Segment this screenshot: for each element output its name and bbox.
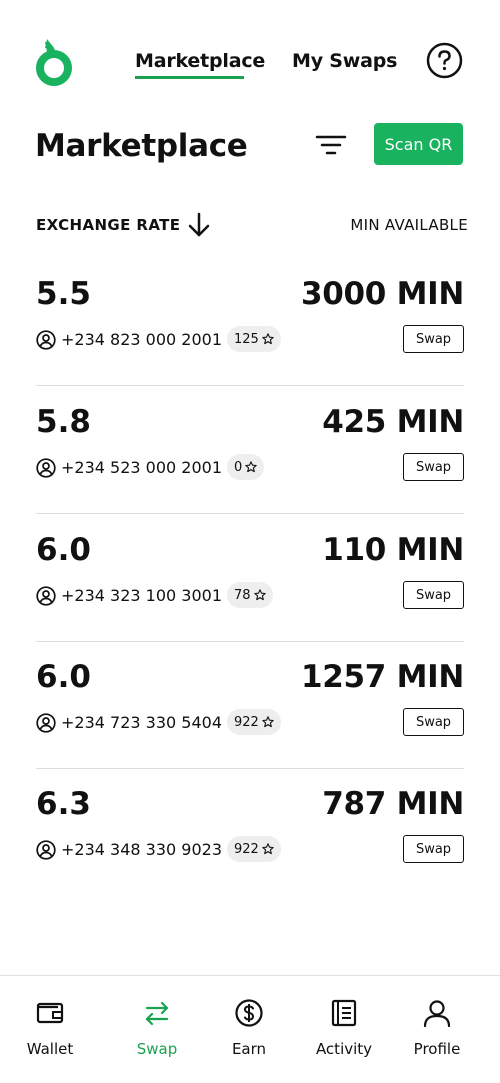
user-icon (423, 1000, 451, 1028)
user-circle-icon (36, 458, 56, 478)
question-circle-icon[interactable] (426, 42, 463, 79)
nav-swap-label: Swap (136, 1040, 178, 1058)
leaf-logo-icon[interactable] (33, 38, 75, 86)
user-circle-icon (36, 586, 56, 606)
page-title: Marketplace (35, 128, 248, 164)
nav-profile-label: Profile (413, 1040, 461, 1058)
user-circle-icon (36, 330, 56, 350)
swap-button[interactable]: Swap (403, 708, 464, 736)
rating-value: 922 (234, 841, 259, 857)
user-circle-icon (36, 840, 56, 860)
seller-phone: +234 323 100 3001 (61, 586, 222, 605)
star-icon (262, 716, 274, 728)
swap-arrows-icon (145, 1001, 169, 1026)
offer-row: 6.0 110 MIN +234 323 100 3001 78 Swap (36, 514, 464, 642)
rating-badge: 922 (227, 709, 281, 735)
min-amount: 110 MIN (322, 532, 464, 568)
nav-wallet[interactable]: Wallet (0, 976, 100, 1083)
scan-qr-button[interactable]: Scan QR (374, 123, 463, 165)
nav-profile[interactable]: Profile (387, 976, 487, 1083)
exchange-rate: 5.8 (36, 404, 91, 440)
seller-phone: +234 723 330 5404 (61, 713, 222, 732)
nav-earn-label: Earn (231, 1040, 267, 1058)
min-amount: 3000 MIN (301, 276, 464, 312)
min-amount: 425 MIN (322, 404, 464, 440)
seller-phone: +234 348 330 9023 (61, 840, 222, 859)
nav-swap[interactable]: Swap (107, 976, 207, 1083)
offer-row: 6.3 787 MIN +234 348 330 9023 922 Swap (36, 768, 464, 896)
exchange-rate: 5.5 (36, 276, 91, 312)
filter-icon[interactable] (315, 131, 347, 159)
rating-value: 125 (234, 331, 259, 347)
rating-badge: 125 (227, 326, 281, 352)
swap-button[interactable]: Swap (403, 581, 464, 609)
star-icon (245, 461, 258, 473)
star-icon (253, 589, 266, 601)
star-icon (262, 843, 274, 855)
exchange-rate: 6.3 (36, 786, 91, 822)
nav-wallet-label: Wallet (26, 1040, 74, 1058)
sort-exchange-rate[interactable]: EXCHANGE RATE (36, 216, 180, 234)
wallet-icon (36, 1002, 64, 1024)
swap-button[interactable]: Swap (403, 453, 464, 481)
rating-badge: 922 (227, 836, 281, 862)
tab-marketplace[interactable]: Marketplace (135, 50, 265, 72)
rating-badge: 0 (227, 454, 265, 480)
star-icon (262, 333, 274, 345)
dollar-circle-icon (235, 999, 263, 1027)
nav-activity-label: Activity (315, 1040, 373, 1058)
offer-row: 5.8 425 MIN +234 523 000 2001 0 Swap (36, 386, 464, 514)
offer-row: 6.0 1257 MIN +234 723 330 5404 922 Swap (36, 641, 464, 769)
rating-value: 922 (234, 714, 259, 730)
rating-badge: 78 (227, 582, 273, 608)
min-amount: 787 MIN (322, 786, 464, 822)
seller-phone: +234 523 000 2001 (61, 458, 222, 477)
swap-button[interactable]: Swap (403, 835, 464, 863)
offer-row: 5.5 3000 MIN +234 823 000 2001 125 Swap (36, 258, 464, 386)
exchange-rate: 6.0 (36, 532, 91, 568)
user-circle-icon (36, 713, 56, 733)
top-nav: Marketplace My Swaps (0, 0, 500, 105)
bottom-nav: Wallet Swap Earn Activity Profile (0, 975, 500, 1083)
min-amount: 1257 MIN (301, 659, 464, 695)
rating-value: 0 (234, 459, 243, 475)
nav-earn[interactable]: Earn (199, 976, 299, 1083)
arrow-down-icon[interactable] (186, 211, 212, 239)
active-tab-indicator (135, 76, 244, 79)
activity-list-icon (331, 999, 357, 1027)
sort-min-available[interactable]: MIN AVAILABLE (350, 216, 468, 234)
exchange-rate: 6.0 (36, 659, 91, 695)
seller-phone: +234 823 000 2001 (61, 330, 222, 349)
rating-value: 78 (234, 587, 251, 603)
nav-activity[interactable]: Activity (294, 976, 394, 1083)
tab-my-swaps[interactable]: My Swaps (292, 50, 397, 72)
swap-button[interactable]: Swap (403, 325, 464, 353)
